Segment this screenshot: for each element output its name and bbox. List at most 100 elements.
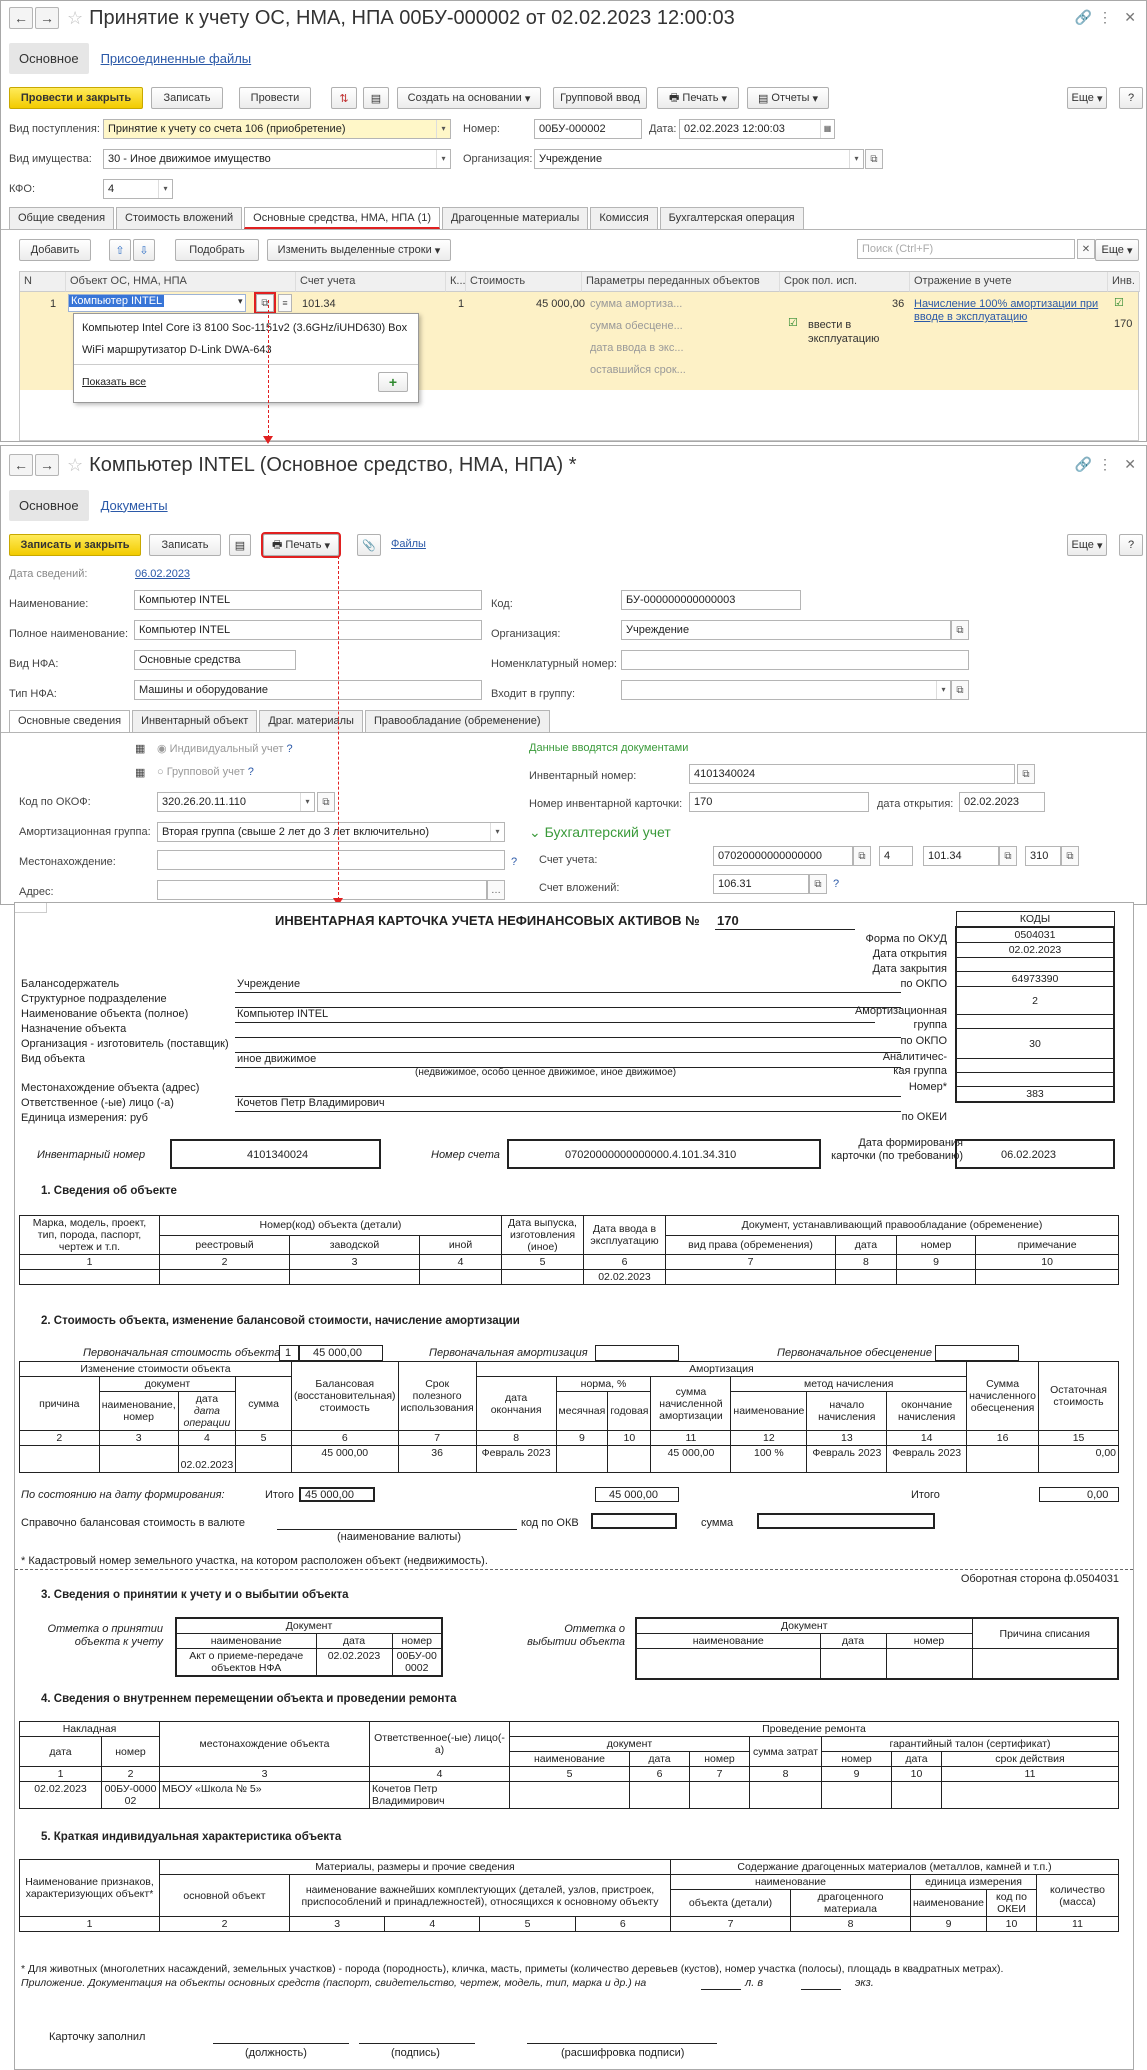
column-header[interactable]: N xyxy=(20,272,66,292)
object-cell-input[interactable]: Компьютер INTEL xyxy=(68,294,246,312)
info-date-link[interactable]: 06.02.2023 xyxy=(135,568,190,580)
column-header[interactable]: Объект ОС, НМА, НПА xyxy=(66,272,296,292)
column-header[interactable]: К... xyxy=(446,272,466,292)
group-radio[interactable]: ○ Групповой учет ? xyxy=(157,766,254,778)
nfa-type-field[interactable]: Машины и оборудование xyxy=(134,680,482,700)
forward-button[interactable]: → xyxy=(35,454,59,476)
tab-general[interactable]: Общие сведения xyxy=(9,207,115,229)
amort-group-field[interactable]: Вторая группа (свыше 2 лет до 3 лет вклю… xyxy=(157,822,505,842)
kfo-field[interactable]: 4 ▾ xyxy=(103,179,173,199)
nfa-kind-field[interactable]: Основные средства xyxy=(134,650,296,670)
help-button[interactable]: ? xyxy=(1119,87,1143,109)
favorite-star-icon[interactable]: ☆ xyxy=(67,8,83,29)
calendar-icon[interactable]: ▦ xyxy=(820,120,834,138)
tab-main[interactable]: Основное xyxy=(9,42,89,74)
close-icon[interactable]: ✕ xyxy=(1124,456,1136,473)
okof-field[interactable]: 320.26.20.11.110 ▾ xyxy=(157,792,315,812)
tab-fixed-assets[interactable]: Основные средства, НМА, НПА (1) xyxy=(244,207,441,229)
address-field[interactable] xyxy=(157,880,487,900)
link-icon[interactable]: 🔗 xyxy=(1075,9,1092,26)
nomenclature-field[interactable] xyxy=(621,650,969,670)
change-selected-rows-button[interactable]: Изменить выделенные строки ▾ xyxy=(267,239,451,261)
open-item-icon[interactable]: ⧉ xyxy=(254,292,276,314)
column-header[interactable]: Счет учета xyxy=(296,272,446,292)
column-header[interactable]: Инв. xyxy=(1108,272,1140,292)
account-field[interactable]: 07020000000000000 xyxy=(713,846,853,866)
column-header[interactable]: Отражение в учете xyxy=(910,272,1108,292)
grid-search-input[interactable]: Поиск (Ctrl+F) xyxy=(857,239,1075,259)
investment-account-field[interactable]: 106.31 xyxy=(713,874,809,894)
chevron-down-icon[interactable]: ▾ xyxy=(158,180,172,198)
accounting-section-header[interactable]: ⌄ Бухгалтерский учет xyxy=(529,824,671,841)
column-header[interactable]: Параметры переданных объектов xyxy=(582,272,780,292)
files-link[interactable]: Файлы xyxy=(391,538,426,550)
open-icon[interactable]: ⧉ xyxy=(999,846,1017,866)
back-button[interactable]: ← xyxy=(9,7,33,29)
column-header[interactable]: Стоимость xyxy=(466,272,582,292)
more-button[interactable]: Еще ▾ xyxy=(1067,87,1107,109)
add-new-icon[interactable]: + xyxy=(378,372,408,392)
full-name-field[interactable]: Компьютер INTEL xyxy=(134,620,482,640)
date-field[interactable]: 02.02.2023 12:00:03 ▦ xyxy=(679,119,835,139)
chevron-down-icon[interactable]: ▾ xyxy=(936,681,950,699)
chevron-down-icon[interactable]: ▾ xyxy=(300,793,314,811)
open-icon[interactable]: ⧉ xyxy=(1061,846,1079,866)
clear-search-icon[interactable]: ✕ xyxy=(1077,239,1095,259)
help-icon[interactable]: ? xyxy=(833,878,839,890)
save-button[interactable]: Записать xyxy=(151,87,223,109)
ellipsis-icon[interactable]: … xyxy=(487,880,505,900)
account-kfo-field[interactable]: 4 xyxy=(879,846,913,866)
open-icon[interactable]: ⧉ xyxy=(853,846,871,866)
journal-icon[interactable]: ▤ xyxy=(229,534,251,556)
chevron-down-icon[interactable]: ▾ xyxy=(238,296,243,307)
favorite-star-icon[interactable]: ☆ xyxy=(67,455,83,476)
create-based-on-button[interactable]: Создать на основании ▾ xyxy=(397,87,541,109)
chevron-down-icon[interactable]: ▾ xyxy=(490,823,504,841)
chevron-down-icon[interactable]: ▾ xyxy=(436,120,450,138)
tab-inventory-object[interactable]: Инвентарный объект xyxy=(132,710,258,732)
back-button[interactable]: ← xyxy=(9,454,33,476)
tab-attached-files[interactable]: Присоединенные файлы xyxy=(101,51,252,66)
tab-commission[interactable]: Комиссия xyxy=(590,207,658,229)
tab-documents[interactable]: Документы xyxy=(101,498,168,513)
post-button[interactable]: Провести xyxy=(239,87,311,109)
organization-field[interactable]: Учреждение ▾ xyxy=(534,149,864,169)
print-button[interactable]: 🖶 Печать ▾ xyxy=(261,532,341,558)
checkbox-checked-icon[interactable]: ☑ xyxy=(788,316,798,329)
group-field[interactable]: ▾ xyxy=(621,680,951,700)
post-and-close-button[interactable]: Провести и закрыть xyxy=(9,87,143,109)
account-kosgu-field[interactable]: 310 xyxy=(1025,846,1061,866)
journal-icon[interactable]: ▤ xyxy=(363,87,389,109)
organization-field[interactable]: Учреждение xyxy=(621,620,951,640)
tab-accounting-operation[interactable]: Бухгалтерская операция xyxy=(659,207,804,229)
tab-main[interactable]: Основное xyxy=(9,489,89,521)
help-button[interactable]: ? xyxy=(1119,534,1143,556)
add-button[interactable]: Добавить xyxy=(19,239,91,261)
copy-icon[interactable]: ⧉ xyxy=(1017,764,1035,784)
tab-ownership[interactable]: Правообладание (обременение) xyxy=(364,710,550,732)
location-field[interactable] xyxy=(157,850,505,870)
dt-kt-icon[interactable]: ⇅ xyxy=(331,87,357,109)
open-icon[interactable]: ⧉ xyxy=(865,149,883,169)
save-and-close-button[interactable]: Записать и закрыть xyxy=(9,534,141,556)
reports-button[interactable]: ▤ Отчеты ▾ xyxy=(747,87,829,109)
column-header[interactable]: Срок пол. исп. xyxy=(780,272,910,292)
print-button[interactable]: 🖶 Печать ▾ xyxy=(657,87,739,109)
close-icon[interactable]: ✕ xyxy=(1124,9,1136,26)
dropdown-option[interactable]: Компьютер Intel Core i3 8100 Soc-1151v2 … xyxy=(82,322,407,334)
grid-more-button[interactable]: Еще ▾ xyxy=(1095,239,1139,261)
tab-precious-materials[interactable]: Драг. материалы xyxy=(259,710,363,732)
open-icon[interactable]: ⧉ xyxy=(951,620,969,640)
menu-dots-icon[interactable]: ⋮ xyxy=(1098,9,1112,26)
receipt-kind-field[interactable]: Принятие к учету со счета 106 (приобрете… xyxy=(103,119,451,139)
account-sub-field[interactable]: 101.34 xyxy=(923,846,999,866)
reflection-link[interactable]: Начисление 100% амортизации при вводе в … xyxy=(914,298,1104,324)
group-input-button[interactable]: Групповой ввод xyxy=(553,87,647,109)
save-button[interactable]: Записать xyxy=(149,534,221,556)
help-icon[interactable]: ? xyxy=(511,856,517,868)
open-icon[interactable]: ⧉ xyxy=(317,792,335,812)
move-up-icon[interactable]: ⇧ xyxy=(109,239,131,261)
pick-button[interactable]: Подобрать xyxy=(175,239,259,261)
number-field[interactable]: 00БУ-000002 xyxy=(534,119,642,139)
inventory-checkbox-icon[interactable]: ☑ xyxy=(1114,296,1124,309)
